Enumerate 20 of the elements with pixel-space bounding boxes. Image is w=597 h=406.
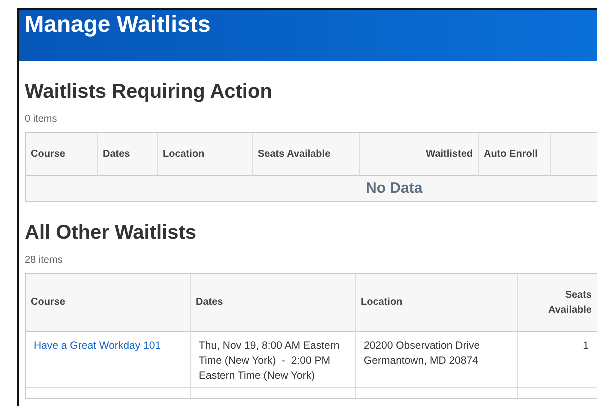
course-link[interactable]: Have a Great Workday 101: [34, 340, 162, 352]
table-cell: Thu, Nov 19, 8:00 AM Eastern Time (New York) - 2:00 PM Eastern Time (New York): [191, 332, 356, 388]
column-header[interactable]: Course: [26, 274, 191, 332]
column-header[interactable]: Waitlisted: [360, 133, 479, 176]
column-header[interactable]: Dates: [191, 274, 356, 332]
column-header[interactable]: Location: [356, 274, 518, 332]
item-count: 0 items: [25, 114, 58, 126]
item-count: 28 items: [25, 255, 63, 267]
page-title: Manage Waitlists: [25, 10, 211, 38]
column-header[interactable]: Course: [26, 133, 98, 176]
column-header[interactable]: Seats Available: [518, 274, 597, 332]
table-cell: 1: [518, 332, 597, 388]
section-heading: Waitlists Requiring Action: [25, 80, 272, 105]
column-header[interactable]: Dates: [98, 133, 158, 176]
empty-message: No Data: [26, 176, 597, 201]
column-header[interactable]: Location: [158, 133, 253, 176]
section-heading: All Other Waitlists: [25, 221, 197, 246]
column-header[interactable]: Seats Available: [253, 133, 360, 176]
column-header[interactable]: Auto Enroll: [479, 133, 551, 176]
table-cell: 20200 Observation Drive Germantown, MD 20874: [356, 332, 518, 388]
